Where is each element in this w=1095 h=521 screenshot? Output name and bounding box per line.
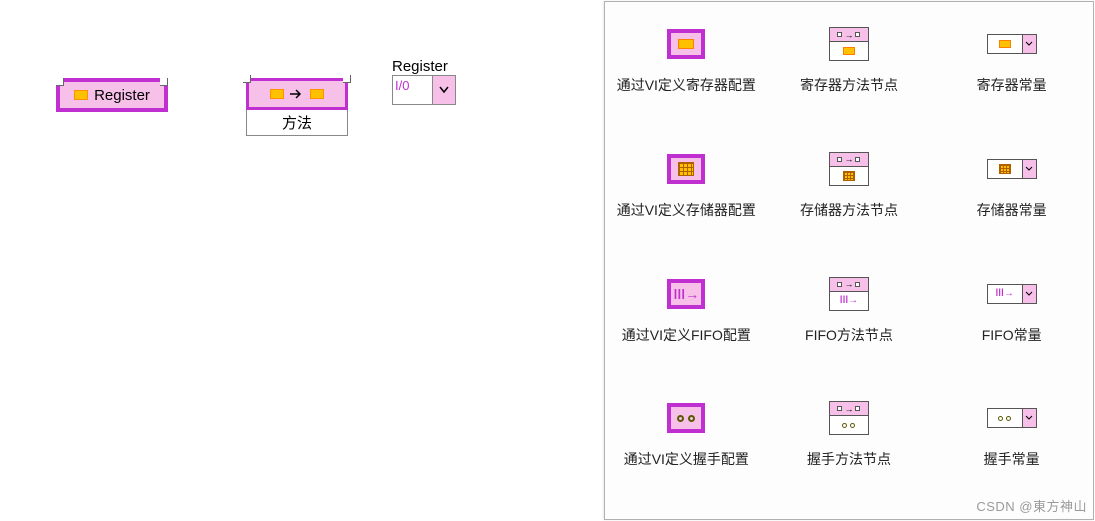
dogear-icon (160, 78, 168, 86)
register-vi-config-node[interactable]: Register (56, 78, 168, 112)
palette-item-label: FIFO常量 (982, 326, 1042, 345)
register-constant-node[interactable]: Register I/0 (392, 58, 456, 105)
const-register-icon (987, 34, 1037, 54)
palette-item-label: 寄存器方法节点 (800, 76, 898, 95)
palette-item-method-handshake[interactable]: → 握手方法节点 (774, 394, 924, 469)
chevron-down-icon (439, 86, 449, 94)
method-fifo-icon: → ǀǀǀ→ (829, 277, 869, 311)
palette-item-label: 通过VI定义握手配置 (624, 450, 749, 469)
palette-item-const-fifo[interactable]: ǀǀǀ→ FIFO常量 (937, 270, 1087, 345)
palette-item-label: 握手常量 (984, 450, 1040, 469)
palette-item-label: 通过VI定义存储器配置 (617, 201, 756, 220)
palette-item-method-register[interactable]: → 寄存器方法节点 (774, 20, 924, 95)
chevron-down-icon (1025, 166, 1033, 172)
palette-item-label: 存储器常量 (977, 201, 1047, 220)
data-storage-palette[interactable]: 通过VI定义寄存器配置 → 寄存器方法节点 寄存器常量 通过VI定义存储器配置 … (604, 1, 1094, 520)
method-memory-icon: → (829, 152, 869, 186)
method-handshake-icon: → (829, 401, 869, 435)
config-memory-icon (667, 154, 705, 184)
palette-item-method-fifo[interactable]: → ǀǀǀ→ FIFO方法节点 (774, 270, 924, 345)
palette-item-label: 寄存器常量 (977, 76, 1047, 95)
register-method-node[interactable]: 方法 (246, 78, 348, 136)
chevron-down-icon (1025, 415, 1033, 421)
register-constant-value[interactable]: I/0 (393, 76, 433, 104)
palette-item-const-handshake[interactable]: 握手常量 (937, 394, 1087, 469)
dogear-icon (343, 75, 351, 83)
register-constant-dropdown[interactable] (433, 76, 455, 104)
palette-item-config-register[interactable]: 通过VI定义寄存器配置 (611, 20, 761, 95)
palette-item-label: 存储器方法节点 (800, 201, 898, 220)
arrow-right-icon (290, 87, 304, 101)
palette-item-method-memory[interactable]: → 存储器方法节点 (774, 145, 924, 220)
chevron-down-icon (1025, 41, 1033, 47)
palette-item-const-register[interactable]: 寄存器常量 (937, 20, 1087, 95)
register-constant-title: Register (392, 58, 456, 75)
palette-item-label: 通过VI定义FIFO配置 (622, 326, 751, 345)
palette-item-config-fifo[interactable]: ǀǀǀ→ 通过VI定义FIFO配置 (611, 270, 761, 345)
palette-item-config-memory[interactable]: 通过VI定义存储器配置 (611, 145, 761, 220)
method-register-icon: → (829, 27, 869, 61)
block-diagram-canvas[interactable]: Register 方法 Register I/0 (0, 0, 605, 521)
register-icon (74, 90, 88, 100)
config-fifo-icon: ǀǀǀ→ (667, 279, 705, 309)
const-memory-icon (987, 159, 1037, 179)
method-node-label[interactable]: 方法 (246, 110, 348, 136)
dogear-icon (56, 78, 64, 86)
palette-item-label: 握手方法节点 (807, 450, 891, 469)
const-handshake-icon (987, 408, 1037, 428)
const-fifo-icon: ǀǀǀ→ (987, 284, 1037, 304)
config-handshake-icon (667, 403, 705, 433)
chevron-down-icon (1025, 291, 1033, 297)
register-node-label: Register (94, 87, 150, 104)
method-node-header (246, 78, 348, 110)
palette-item-label: 通过VI定义寄存器配置 (617, 76, 756, 95)
palette-item-config-handshake[interactable]: 通过VI定义握手配置 (611, 394, 761, 469)
config-register-icon (667, 29, 705, 59)
register-icon (270, 89, 284, 99)
dogear-icon (243, 75, 251, 83)
register-icon (310, 89, 324, 99)
palette-item-const-memory[interactable]: 存储器常量 (937, 145, 1087, 220)
palette-item-label: FIFO方法节点 (805, 326, 893, 345)
